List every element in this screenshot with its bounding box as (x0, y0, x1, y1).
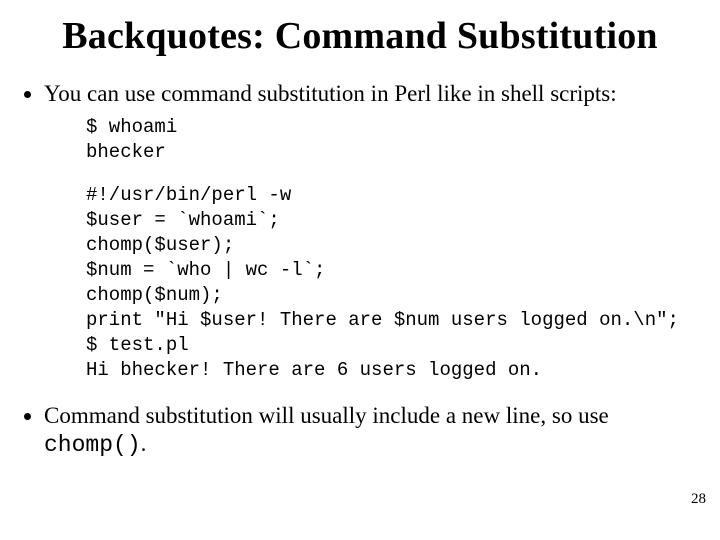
chomp-code: chomp() (44, 432, 141, 458)
bullet-item-1: You can use command substitution in Perl… (44, 80, 698, 384)
slide-title: Backquotes: Command Substitution (22, 14, 698, 58)
slide: Backquotes: Command Substitution You can… (0, 0, 720, 540)
bullet-1-text: You can use command substitution in Perl… (44, 81, 617, 106)
code-block-1: $ whoami bhecker (86, 115, 698, 165)
bullet-2-prefix: Command substitution will usually includ… (44, 403, 609, 428)
code-block-2: #!/usr/bin/perl -w $user = `whoami`; cho… (86, 183, 698, 384)
bullet-2-suffix: . (141, 431, 147, 456)
bullet-list: You can use command substitution in Perl… (22, 80, 698, 460)
page-number: 28 (691, 491, 706, 508)
bullet-item-2: Command substitution will usually includ… (44, 402, 698, 461)
